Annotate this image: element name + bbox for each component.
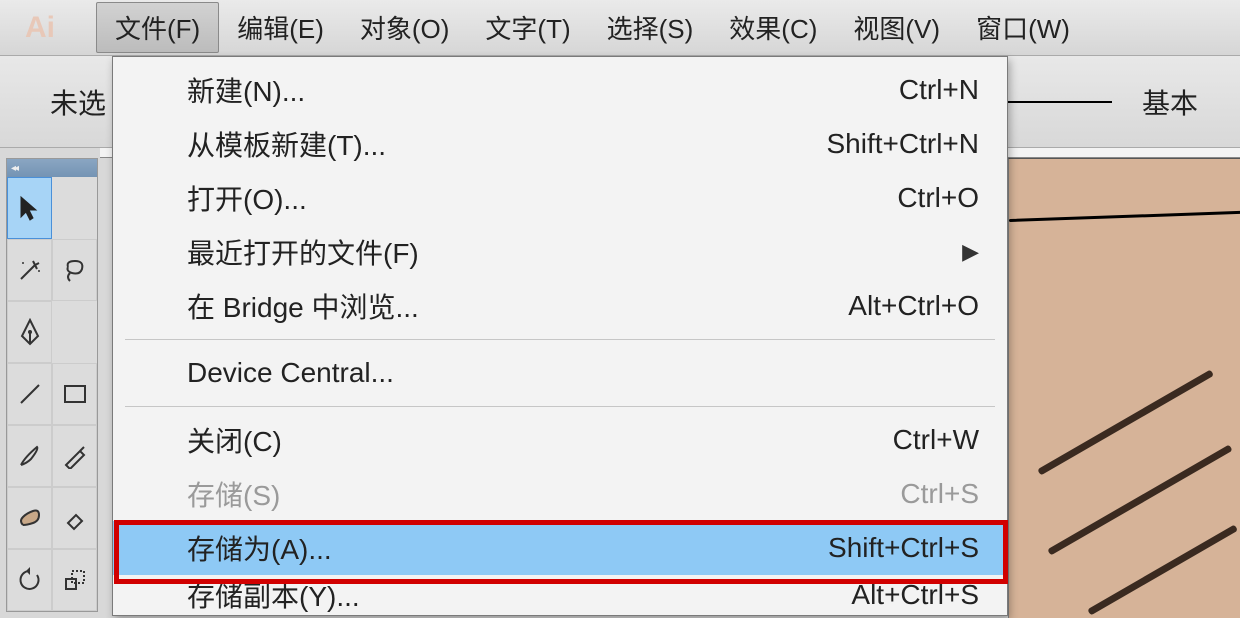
stroke-swatch[interactable] xyxy=(1006,101,1112,103)
selection-tool[interactable] xyxy=(7,177,52,239)
menu-item-browse-in-bridge[interactable]: 在 Bridge 中浏览... Alt+Ctrl+O xyxy=(113,279,1007,333)
menu-item-new-from-template[interactable]: 从模板新建(T)... Shift+Ctrl+N xyxy=(113,117,1007,171)
menu-item-close[interactable]: 关闭(C) Ctrl+W xyxy=(113,413,1007,467)
menu-item-save-a-copy[interactable]: 存储副本(Y)... Alt+Ctrl+S xyxy=(113,575,1007,615)
rotate-icon xyxy=(17,567,43,593)
menu-item-label: 关闭(C) xyxy=(187,420,282,460)
menu-item-shortcut: Ctrl+N xyxy=(899,74,979,106)
menu-item-label: 存储(S) xyxy=(187,474,280,514)
menu-item-recent-files[interactable]: 最近打开的文件(F) ▶ xyxy=(113,225,1007,279)
menu-type[interactable]: 文字(T) xyxy=(467,3,588,52)
menu-item-shortcut: Alt+Ctrl+S xyxy=(851,579,979,611)
wand-icon xyxy=(17,257,43,283)
menu-window[interactable]: 窗口(W) xyxy=(958,3,1088,52)
menu-item-shortcut: Alt+Ctrl+O xyxy=(848,290,979,322)
cursor-icon xyxy=(19,195,41,221)
scale-tool[interactable] xyxy=(52,549,97,611)
blob-brush-tool[interactable] xyxy=(7,487,52,549)
type-tool[interactable] xyxy=(52,301,97,363)
scale-icon xyxy=(62,567,88,593)
menu-item-label: 存储为(A)... xyxy=(187,528,332,568)
selection-status-label: 未选 xyxy=(50,82,106,122)
menu-effect[interactable]: 效果(C) xyxy=(711,3,835,52)
menu-item-shortcut: Shift+Ctrl+S xyxy=(828,532,979,564)
menu-item-shortcut: Ctrl+W xyxy=(893,424,979,456)
menu-item-label: Device Central... xyxy=(187,357,394,389)
menu-view[interactable]: 视图(V) xyxy=(835,3,958,52)
menu-item-open[interactable]: 打开(O)... Ctrl+O xyxy=(113,171,1007,225)
pencil-tool[interactable] xyxy=(52,425,97,487)
menu-item-label: 打开(O)... xyxy=(187,178,307,218)
menu-item-save-as[interactable]: 存储为(A)... Shift+Ctrl+S xyxy=(113,521,1007,575)
menu-item-new[interactable]: 新建(N)... Ctrl+N xyxy=(113,63,1007,117)
menu-select[interactable]: 选择(S) xyxy=(589,3,712,52)
paintbrush-tool[interactable] xyxy=(7,425,52,487)
pencil-icon xyxy=(62,443,88,469)
magic-wand-tool[interactable] xyxy=(7,239,52,301)
eraser-icon xyxy=(62,505,88,531)
menu-separator xyxy=(125,339,995,340)
toolbox: ◂◂ xyxy=(6,158,98,612)
menu-file[interactable]: 文件(F) xyxy=(96,2,219,53)
menu-item-label: 最近打开的文件(F) xyxy=(187,232,419,272)
menu-separator xyxy=(125,406,995,407)
rotate-tool[interactable] xyxy=(7,549,52,611)
lasso-icon xyxy=(62,257,88,283)
eraser-tool[interactable] xyxy=(52,487,97,549)
menu-object[interactable]: 对象(O) xyxy=(342,3,468,52)
menu-bar: Ai 文件(F) 编辑(E) 对象(O) 文字(T) 选择(S) 效果(C) 视… xyxy=(0,0,1240,56)
menu-item-shortcut: Shift+Ctrl+N xyxy=(827,128,980,160)
rectangle-tool[interactable] xyxy=(52,363,97,425)
menu-item-label: 新建(N)... xyxy=(187,70,305,110)
menu-item-save: 存储(S) Ctrl+S xyxy=(113,467,1007,521)
submenu-arrow-icon: ▶ xyxy=(962,239,979,265)
app-logo: Ai xyxy=(14,8,66,48)
menu-item-label: 存储副本(Y)... xyxy=(187,575,360,615)
brush-icon xyxy=(17,443,43,469)
pen-tool[interactable] xyxy=(7,301,52,363)
stroke-style-label: 基本 xyxy=(1142,82,1198,122)
menu-item-shortcut: Ctrl+O xyxy=(897,182,979,214)
direct-selection-tool[interactable] xyxy=(52,177,97,239)
menu-edit[interactable]: 编辑(E) xyxy=(219,3,342,52)
lasso-tool[interactable] xyxy=(52,239,97,301)
canvas[interactable] xyxy=(1008,158,1240,618)
file-menu-dropdown: 新建(N)... Ctrl+N 从模板新建(T)... Shift+Ctrl+N… xyxy=(112,56,1008,616)
rectangle-icon xyxy=(62,383,88,405)
pen-icon xyxy=(18,318,42,346)
toolbox-grip[interactable]: ◂◂ xyxy=(7,159,97,177)
menu-item-label: 从模板新建(T)... xyxy=(187,124,386,164)
line-icon xyxy=(17,381,43,407)
menu-item-shortcut: Ctrl+S xyxy=(900,478,979,510)
menu-item-device-central[interactable]: Device Central... xyxy=(113,346,1007,400)
menu-item-label: 在 Bridge 中浏览... xyxy=(187,286,419,326)
line-tool[interactable] xyxy=(7,363,52,425)
blob-icon xyxy=(17,505,43,531)
